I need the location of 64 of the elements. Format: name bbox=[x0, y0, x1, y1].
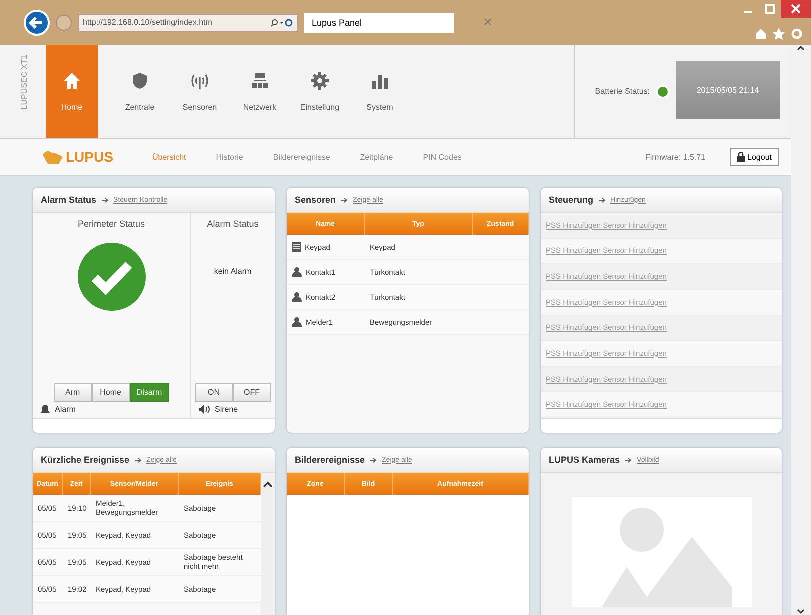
bell-icon bbox=[41, 405, 50, 414]
arrow-icon bbox=[370, 458, 378, 462]
back-button[interactable] bbox=[24, 10, 50, 36]
browser-tab[interactable]: Lupus Panel bbox=[304, 12, 454, 32]
datetime-display: 2015/05/05 21:14 bbox=[676, 61, 780, 119]
card-title: Steuerung bbox=[549, 195, 594, 205]
card-title: LUPUS Kameras bbox=[549, 455, 620, 465]
nav-tab[interactable]: Übersicht bbox=[137, 139, 202, 175]
section-heading: Perimeter Status bbox=[78, 219, 146, 229]
firmware-label: Firmware: 1.5.71 bbox=[646, 152, 706, 162]
nav-item[interactable]: System bbox=[350, 45, 410, 138]
card-title: Kürzliche Ereignisse bbox=[41, 455, 130, 465]
alarm-state-text: kein Alarm bbox=[214, 267, 252, 276]
home-icon[interactable] bbox=[755, 28, 767, 40]
close-tab-icon[interactable] bbox=[484, 18, 492, 26]
shield-icon bbox=[130, 71, 150, 91]
star-icon[interactable] bbox=[773, 28, 785, 40]
nav-tab[interactable]: PIN Codes bbox=[408, 139, 477, 175]
nav-tab[interactable]: Bilderereignisse bbox=[258, 139, 346, 175]
mode-button[interactable]: Home bbox=[92, 383, 130, 402]
gear-icon bbox=[310, 71, 330, 91]
brand-label: LUPUSEC XT1 bbox=[20, 54, 30, 112]
logo: LUPUS bbox=[42, 149, 114, 165]
nav-tab[interactable]: Zeitpläne bbox=[345, 139, 408, 175]
image-placeholder-icon bbox=[572, 497, 752, 607]
card-title: Bilderereignisse bbox=[295, 455, 366, 465]
logout-button[interactable]: Logout bbox=[730, 148, 779, 166]
person-icon bbox=[292, 292, 302, 302]
nav-item[interactable]: Netzwerk bbox=[230, 45, 290, 138]
mode-button[interactable]: Arm bbox=[54, 383, 92, 402]
nav-item[interactable]: Sensoren bbox=[170, 45, 230, 138]
scroll-up-icon[interactable] bbox=[797, 45, 805, 51]
nav-item[interactable]: Einstellung bbox=[290, 45, 350, 138]
person-icon bbox=[292, 317, 302, 327]
close-icon[interactable] bbox=[781, 0, 811, 18]
lock-icon bbox=[736, 152, 745, 162]
alarm-label: Alarm bbox=[55, 405, 76, 414]
nav-tab[interactable]: Historie bbox=[201, 139, 258, 175]
forward-button[interactable] bbox=[56, 14, 72, 30]
search-icon[interactable] bbox=[271, 18, 293, 26]
arrow-icon bbox=[625, 458, 632, 462]
person-icon bbox=[292, 267, 302, 277]
arrow-icon bbox=[341, 198, 348, 202]
scroll-down-icon[interactable] bbox=[797, 609, 805, 615]
siren-button[interactable]: ON bbox=[195, 383, 233, 402]
arrow-icon bbox=[134, 458, 142, 462]
speaker-icon bbox=[199, 405, 210, 414]
card-title: Sensoren bbox=[295, 195, 336, 205]
siren-button[interactable]: OFF bbox=[233, 383, 271, 402]
caret-up-icon[interactable] bbox=[263, 481, 273, 488]
settings-icon[interactable] bbox=[791, 28, 803, 40]
section-heading: Alarm Status bbox=[207, 219, 259, 229]
network-icon bbox=[250, 71, 270, 91]
home-icon bbox=[62, 71, 82, 91]
battery-label: Batterie Status: bbox=[595, 87, 650, 96]
mode-button[interactable]: Disarm bbox=[130, 383, 170, 402]
card-title: Alarm Status bbox=[41, 195, 97, 205]
nav-item[interactable]: Zentrale bbox=[110, 45, 170, 138]
arrow-icon bbox=[102, 198, 109, 202]
nav-item[interactable]: Home bbox=[46, 45, 98, 138]
arrow-icon bbox=[598, 198, 606, 202]
keypad-icon bbox=[292, 242, 301, 252]
siren-label: Sirene bbox=[215, 405, 238, 414]
address-bar[interactable]: http://192.168.0.10/setting/index.htm bbox=[78, 14, 298, 32]
